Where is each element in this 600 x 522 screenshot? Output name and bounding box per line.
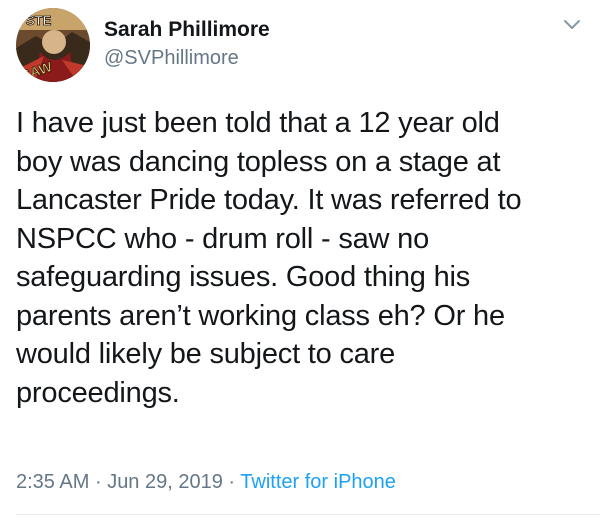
meta-separator: · xyxy=(94,471,102,493)
author-handle[interactable]: @SVPhillimore xyxy=(104,46,270,70)
divider xyxy=(16,514,600,515)
tweet-date[interactable]: Jun 29, 2019 xyxy=(107,471,223,493)
tweet-card: STE CAW Sarah Phillimore @SVPhillimore I… xyxy=(0,0,600,522)
avatar[interactable]: STE CAW xyxy=(16,8,90,82)
svg-text:STE: STE xyxy=(26,13,52,28)
comic-avatar-icon: STE CAW xyxy=(16,8,90,82)
tweet-meta: 2:35 AM · Jun 29, 2019 · Twitter for iPh… xyxy=(16,469,396,495)
tweet-text: I have just been told that a 12 year old… xyxy=(16,107,522,409)
tweet-source-link[interactable]: Twitter for iPhone xyxy=(240,471,396,493)
tweet-time[interactable]: 2:35 AM xyxy=(16,471,89,493)
author-display-name[interactable]: Sarah Phillimore xyxy=(104,18,270,42)
meta-separator: · xyxy=(228,471,236,493)
chevron-down-icon[interactable] xyxy=(562,18,582,32)
author-block: Sarah Phillimore @SVPhillimore xyxy=(104,18,270,70)
